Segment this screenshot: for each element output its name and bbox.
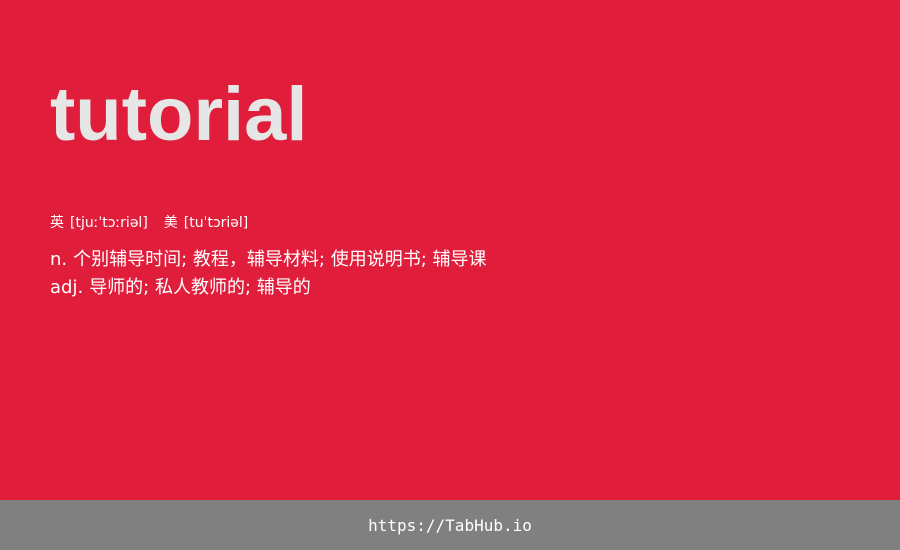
uk-pronunciation: [tjuːˈtɔːriəl] <box>70 215 148 231</box>
tabhub-link[interactable]: https://TabHub.io <box>368 516 532 535</box>
headword: tutorial <box>50 72 308 157</box>
definition-item: n. 个别辅导时间; 教程，辅导材料; 使用说明书; 辅导课 <box>50 246 487 274</box>
footer-bar: https://TabHub.io <box>0 500 900 550</box>
us-label: 美 <box>163 215 178 231</box>
word-card: tutorial 英 [tjuːˈtɔːriəl] 美 [tuˈtɔriəl] n. 个… <box>0 0 900 500</box>
uk-label: 英 <box>50 215 64 231</box>
part-of-speech: adj. <box>50 277 84 298</box>
definition-text: 个别辅导时间; 教程，辅导材料; 使用说明书; 辅导课 <box>73 249 487 270</box>
phonetics-row: 英 [tjuːˈtɔːriəl] 美 [tuˈtɔriəl] <box>50 212 248 234</box>
definition-text: 导师的; 私人教师的; 辅导的 <box>89 277 311 298</box>
definition-item: adj. 导师的; 私人教师的; 辅导的 <box>50 274 487 302</box>
definitions-list: n. 个别辅导时间; 教程，辅导材料; 使用说明书; 辅导课 adj. 导师的; 私… <box>50 246 487 302</box>
us-pronunciation: [tuˈtɔriəl] <box>183 215 249 231</box>
part-of-speech: n. <box>50 249 68 270</box>
